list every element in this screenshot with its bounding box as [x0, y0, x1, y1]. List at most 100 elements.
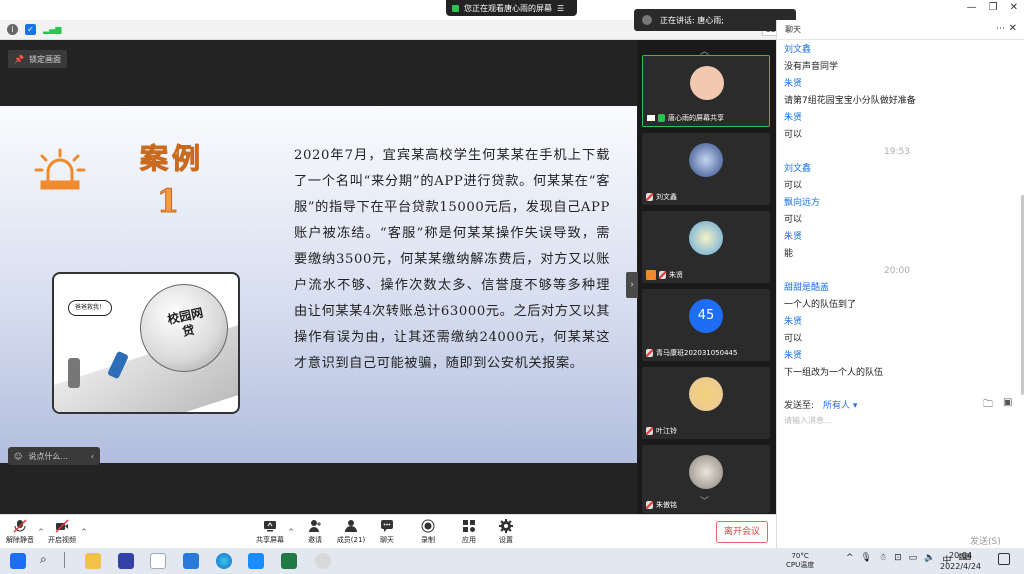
close-icon[interactable]: ✕ [1010, 2, 1018, 13]
tencent-meeting-icon[interactable] [248, 553, 264, 569]
chat-sender[interactable]: 朱贤 [784, 348, 1017, 365]
app-icon[interactable] [118, 553, 134, 569]
cartoon-speech-bubble: 爸爸救我！ [68, 300, 112, 316]
participant-tile[interactable]: 朱贤 [642, 211, 770, 283]
participant-name-row: 叶江铃 [646, 426, 677, 436]
feishu-icon[interactable] [183, 553, 199, 569]
cpu-temperature: 70°C CPU温度 [786, 552, 814, 570]
add-user-icon [309, 520, 321, 532]
chevron-down-icon[interactable]: ﹀ [700, 494, 709, 507]
system-clock[interactable]: 20:04 2022/4/24 [940, 550, 981, 572]
chevron-up-icon[interactable]: ^ [288, 528, 294, 536]
apps-icon [463, 520, 475, 532]
participant-tile[interactable]: 45 青马康班202031050445 [642, 289, 770, 361]
chat-input[interactable]: 请输入消息... [784, 415, 832, 426]
gear-icon [499, 519, 513, 533]
chat-sender[interactable]: 朱贤 [784, 76, 1017, 93]
send-button[interactable]: 发送(S) [970, 534, 1001, 547]
mic-icon[interactable]: 🎙 [861, 553, 872, 566]
screen-share-banner-text: 您正在观看唐心雨的屏幕 [464, 3, 552, 13]
chat-message-text: 可以 [784, 181, 803, 191]
leave-meeting-button[interactable]: 离开会议 [716, 521, 768, 543]
chat-sender[interactable]: 刘文鑫 [784, 42, 1017, 59]
chat-panel: 聊天 ⋯ ✕ 刘文鑫 没有声音同学 朱贤 请第7组花园宝宝小分队做好准备 朱贤 可以 19:… [776, 20, 1024, 548]
participant-tile[interactable]: 刘文鑫 [642, 133, 770, 205]
cartoon-parent-figure [68, 358, 80, 388]
start-video-label: 开启视频 [48, 536, 76, 544]
chevron-up-icon[interactable]: ^ [38, 528, 44, 536]
chat-message-list: 刘文鑫 没有声音同学 朱贤 请第7组花园宝宝小分队做好准备 朱贤 可以 19:53 刘文鑫 可以… [777, 42, 1017, 392]
window-controls: — ❐ ✕ [967, 2, 1018, 13]
participant-name-row: 朱贤 [646, 270, 683, 280]
network-icon[interactable]: ⊡ [894, 553, 902, 566]
mic-muted-icon [659, 271, 666, 279]
speaker-indicator-text: 正在讲话: 唐心雨; [660, 15, 724, 25]
chevron-up-icon[interactable]: ^ [846, 553, 854, 566]
chevron-up-icon[interactable]: ^ [81, 528, 87, 536]
minimize-icon[interactable]: — [967, 2, 977, 13]
unmute-label: 解除静音 [6, 536, 34, 544]
battery-icon[interactable]: ▭ [909, 553, 918, 566]
chat-sender[interactable]: 甜甜是酷盖 [784, 280, 1017, 297]
menu-icon[interactable]: ☰ [557, 4, 564, 13]
signal-icon[interactable]: ▂▄▆ [43, 25, 61, 34]
users-icon [345, 520, 357, 532]
chat-timestamp: 20:00 [884, 266, 910, 276]
chat-message-text: 没有声音同学 [784, 62, 839, 72]
chat-sender[interactable]: 朱贤 [784, 229, 1017, 246]
notification-icon[interactable] [998, 553, 1010, 565]
start-icon[interactable] [10, 553, 26, 569]
unmute-button[interactable]: 解除静音 [2, 519, 38, 545]
start-video-button[interactable]: 开启视频 [44, 519, 80, 545]
screen-share-icon [647, 115, 655, 121]
participant-name-row: 青马康班202031050445 [646, 348, 737, 358]
mic-muted-icon [646, 349, 653, 357]
more-icon[interactable]: ⋯ [996, 24, 1005, 34]
settings-button[interactable]: 设置 [488, 519, 524, 545]
emoji-icon[interactable]: ☺ [14, 452, 22, 461]
excel-icon[interactable] [281, 553, 297, 569]
chat-sender[interactable]: 刘文鑫 [784, 161, 1017, 178]
info-icon[interactable]: i [7, 24, 18, 35]
record-button[interactable]: 录制 [410, 519, 446, 545]
photos-icon[interactable] [150, 553, 166, 569]
wechat-icon[interactable]: ☃ [879, 553, 887, 566]
screenshot-icon[interactable]: ▣ [1003, 397, 1012, 414]
file-icon[interactable]: 🗀 [983, 397, 993, 414]
invite-button[interactable]: 邀请 [297, 519, 333, 545]
share-screen-icon [264, 521, 276, 532]
participant-name: 朱傲铭 [656, 501, 677, 509]
search-icon[interactable]: ⌕ [40, 552, 47, 567]
participant-tile[interactable]: 叶江铃 [642, 367, 770, 439]
chat-sender[interactable]: 飘向远方 [784, 195, 1017, 212]
screen-share-banner[interactable]: 您正在观看唐心雨的屏幕 ☰ [446, 0, 577, 16]
edge-icon[interactable] [216, 553, 232, 569]
volume-icon[interactable]: 🔈 [924, 553, 935, 566]
restore-icon[interactable]: ❐ [989, 2, 998, 13]
participant-avatar [690, 66, 724, 100]
chevron-left-icon[interactable]: ‹ [91, 452, 94, 461]
share-screen-button[interactable]: 共享屏幕 [252, 519, 288, 545]
shield-icon[interactable]: ✓ [25, 24, 36, 35]
chat-preview-bar[interactable]: ☺ 说点什么... ‹ [8, 447, 100, 465]
apps-button[interactable]: 应用 [451, 519, 487, 545]
cartoon-snowball-text: 校园网贷 [166, 305, 205, 339]
participant-name: 朱贤 [669, 271, 683, 279]
chat-message-text: 可以 [784, 215, 803, 225]
app-icon[interactable] [315, 553, 331, 569]
participant-tile[interactable]: 唐心雨的屏幕共享 [642, 55, 770, 127]
lock-view-button[interactable]: 📌 锁定画面 [8, 50, 67, 68]
send-to-label: 发送至: [784, 401, 815, 411]
collapse-panel-button[interactable]: › [626, 272, 638, 298]
chat-sender[interactable]: 朱贤 [784, 110, 1017, 127]
chat-button[interactable]: 聊天 [369, 519, 405, 545]
members-button[interactable]: 成员(21) [333, 519, 369, 545]
slide-body-text: 2020年7月，宜宾某高校学生何某某在手机上下载了一个名叫“来分期”的APP进行… [294, 148, 610, 371]
members-label: 成员(21) [336, 536, 366, 544]
send-to-dropdown[interactable]: 所有人 ▾ [823, 398, 857, 411]
chat-sender[interactable]: 朱贤 [784, 314, 1017, 331]
file-explorer-icon[interactable] [85, 553, 101, 569]
close-chat-icon[interactable]: ✕ [1009, 23, 1017, 34]
apps-label: 应用 [462, 536, 476, 544]
record-icon [421, 519, 435, 533]
